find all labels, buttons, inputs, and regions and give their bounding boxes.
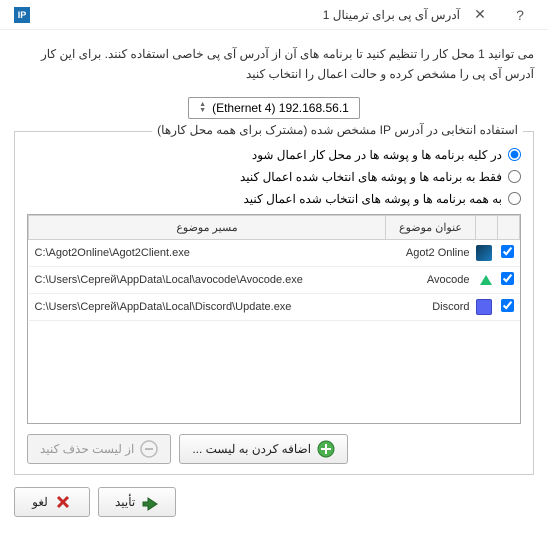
programs-table: عنوان موضوع مسیر موضوع Agot2 OnlineC:\Ag… bbox=[28, 215, 520, 321]
col-path: مسیر موضوع bbox=[29, 215, 386, 239]
help-button[interactable]: ? bbox=[500, 1, 540, 29]
group-legend: استفاده انتخابی در آدرس IP مشخص شده (مشت… bbox=[152, 123, 523, 137]
titlebar: ✕ ? آدرس آی پی برای ترمینال 1 IP bbox=[0, 0, 548, 30]
row-subject: Avocode bbox=[386, 266, 476, 293]
close-button[interactable]: ✕ bbox=[460, 1, 500, 29]
radio-all-label: در کلیه برنامه ها و پوشه ها در محل کار ا… bbox=[252, 148, 502, 162]
table-row[interactable]: Agot2 OnlineC:\Agot2Online\Agot2Client.e… bbox=[29, 239, 520, 266]
add-button-label: اضافه کردن به لیست ... bbox=[192, 442, 311, 456]
discord-icon bbox=[476, 299, 492, 315]
radio-only-selected-input[interactable] bbox=[508, 170, 521, 183]
row-checkbox[interactable] bbox=[501, 245, 514, 258]
add-to-list-button[interactable]: اضافه کردن به لیست ... bbox=[179, 434, 348, 464]
ok-button[interactable]: تأیید bbox=[98, 487, 176, 517]
spinner-icon: ▲▼ bbox=[199, 102, 206, 114]
programs-table-wrap: عنوان موضوع مسیر موضوع Agot2 OnlineC:\Ag… bbox=[27, 214, 521, 424]
row-subject: Agot2 Online bbox=[386, 239, 476, 266]
radio-all-input[interactable] bbox=[508, 148, 521, 161]
row-path: C:\Agot2Online\Agot2Client.exe bbox=[29, 239, 386, 266]
row-path: C:\Users\Сергей\AppData\Local\avocode\Av… bbox=[29, 266, 386, 293]
row-check[interactable] bbox=[498, 293, 520, 320]
table-row[interactable]: DiscordC:\Users\Сергей\AppData\Local\Dis… bbox=[29, 293, 520, 320]
ip-select-value: (Ethernet 4) 192.168.56.1 bbox=[212, 101, 349, 115]
cancel-icon bbox=[54, 493, 72, 511]
row-subject: Discord bbox=[386, 293, 476, 320]
radio-only-selected-label: فقط به برنامه ها و پوشه های انتخاب شده ا… bbox=[240, 170, 502, 184]
app-icon: IP bbox=[14, 7, 30, 23]
row-icon bbox=[476, 293, 498, 320]
row-checkbox[interactable] bbox=[501, 299, 514, 312]
radio-all-selected-input[interactable] bbox=[508, 192, 521, 205]
row-check[interactable] bbox=[498, 266, 520, 293]
apply-mode-group: استفاده انتخابی در آدرس IP مشخص شده (مشت… bbox=[14, 131, 534, 475]
col-subject: عنوان موضوع bbox=[386, 215, 476, 239]
agot-icon bbox=[476, 245, 492, 261]
confirm-icon bbox=[141, 493, 159, 511]
cancel-button[interactable]: لغو bbox=[14, 487, 90, 517]
row-check[interactable] bbox=[498, 239, 520, 266]
ip-select[interactable]: ▲▼ (Ethernet 4) 192.168.56.1 bbox=[188, 97, 360, 119]
radio-all-selected[interactable]: به همه برنامه ها و پوشه های انتخاب شده ا… bbox=[27, 192, 521, 206]
row-icon bbox=[476, 266, 498, 293]
minus-icon bbox=[140, 440, 158, 458]
ok-button-label: تأیید bbox=[115, 495, 135, 509]
col-icon bbox=[476, 215, 498, 239]
radio-all[interactable]: در کلیه برنامه ها و پوشه ها در محل کار ا… bbox=[27, 148, 521, 162]
remove-button-label: از لیست حذف کنید bbox=[40, 442, 134, 456]
row-icon bbox=[476, 239, 498, 266]
window-title: آدرس آی پی برای ترمینال 1 bbox=[30, 8, 460, 22]
radio-only-selected[interactable]: فقط به برنامه ها و پوشه های انتخاب شده ا… bbox=[27, 170, 521, 184]
row-checkbox[interactable] bbox=[501, 272, 514, 285]
remove-from-list-button[interactable]: از لیست حذف کنید bbox=[27, 434, 171, 464]
avo-icon bbox=[480, 275, 492, 285]
table-row[interactable]: AvocodeC:\Users\Сергей\AppData\Local\avo… bbox=[29, 266, 520, 293]
description-text: می توانید 1 محل کار را تنظیم کنید تا برن… bbox=[14, 44, 534, 85]
row-path: C:\Users\Сергей\AppData\Local\Discord\Up… bbox=[29, 293, 386, 320]
radio-all-selected-label: به همه برنامه ها و پوشه های انتخاب شده ا… bbox=[243, 192, 502, 206]
plus-icon bbox=[317, 440, 335, 458]
cancel-button-label: لغو bbox=[32, 495, 48, 509]
col-check bbox=[498, 215, 520, 239]
